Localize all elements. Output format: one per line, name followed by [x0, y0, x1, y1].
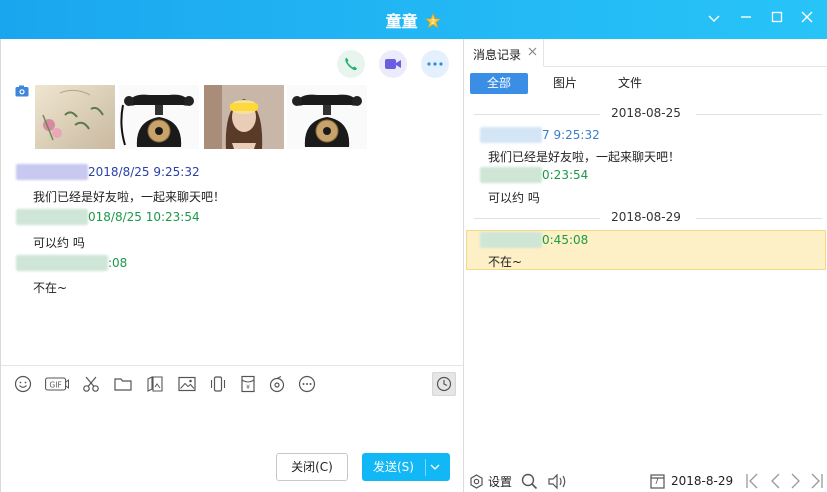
message-text: 不在~: [33, 281, 68, 295]
sender-name-redacted: [16, 209, 88, 225]
smile-icon[interactable]: [13, 374, 33, 394]
history-timestamp: 7 9:25:32: [542, 128, 600, 142]
maximize-icon[interactable]: [768, 10, 786, 28]
voice-call-button[interactable]: [337, 50, 365, 78]
image-search-icon[interactable]: [145, 374, 165, 394]
history-text: 可以约 吗: [488, 191, 540, 205]
camera-icon[interactable]: [15, 85, 29, 97]
message-timestamp: 2018/8/25 9:25:32: [88, 165, 200, 179]
photo-thumbnail[interactable]: [35, 85, 115, 149]
close-icon[interactable]: [798, 10, 816, 28]
close-button[interactable]: 关闭(C): [276, 453, 348, 481]
music-icon[interactable]: [267, 374, 287, 394]
chat-panel: 2018/8/25 9:25:32 我们已经是好友啦，一起来聊天吧！ 018/8…: [0, 39, 464, 492]
picture-icon[interactable]: [177, 374, 197, 394]
search-icon[interactable]: [521, 473, 538, 490]
title-bar: 童童 2: [0, 0, 827, 39]
video-camera-icon: [385, 59, 401, 69]
gear-icon: [470, 474, 483, 489]
current-date: 2018-8-29: [671, 474, 734, 488]
separator-line: [696, 114, 822, 115]
message-timestamp: :08: [108, 256, 128, 270]
input-divider: [1, 365, 464, 366]
message-text: 我们已经是好友啦，一起来聊天吧！: [33, 190, 226, 204]
scissors-icon[interactable]: [81, 374, 101, 394]
send-button[interactable]: 发送(S): [362, 453, 450, 481]
sender-name-redacted: [16, 164, 88, 180]
tab-label: 消息记录: [473, 48, 522, 62]
history-panel: 消息记录 全部 图片 文件 2018-08-25 7 9:25:32 我们已经是…: [463, 39, 827, 492]
sender-name-redacted: [16, 255, 108, 271]
more-icon[interactable]: [297, 374, 317, 394]
last-page-icon[interactable]: [810, 473, 824, 489]
video-call-button[interactable]: [379, 50, 407, 78]
tab-close-icon[interactable]: [528, 45, 537, 60]
date-separator: 2018-08-29: [464, 210, 827, 226]
chevron-down-icon[interactable]: [430, 464, 440, 471]
sender-name-redacted: [480, 127, 542, 143]
filter-images[interactable]: 图片: [544, 73, 586, 94]
history-timestamp: 0:45:08: [542, 233, 589, 247]
date-label: 2018-08-29: [611, 210, 681, 224]
title-wrap: 童童 2: [0, 8, 827, 32]
first-page-icon[interactable]: [745, 473, 759, 489]
red-packet-icon[interactable]: ¥: [238, 374, 258, 394]
photo-thumbnail[interactable]: [119, 85, 199, 149]
more-options-button[interactable]: [421, 50, 449, 78]
svg-text:GIF: GIF: [49, 381, 61, 390]
settings-button[interactable]: 设置: [469, 473, 512, 490]
tab-message-history[interactable]: 消息记录: [464, 39, 544, 67]
photo-thumbnail[interactable]: [204, 85, 284, 149]
star-badge-icon: 2: [425, 13, 442, 29]
date-separator: 2018-08-25: [464, 106, 827, 122]
next-page-icon[interactable]: [790, 473, 802, 489]
history-timestamp: 0:23:54: [542, 168, 589, 182]
filter-files[interactable]: 文件: [608, 73, 652, 94]
send-split-divider: [425, 459, 426, 476]
calendar-button[interactable]: 7 2018-8-29: [650, 473, 733, 489]
history-text: 我们已经是好友啦，一起来聊天吧！: [488, 150, 681, 164]
shake-icon[interactable]: [208, 374, 228, 394]
send-button-label: 发送(S): [373, 460, 414, 474]
speaker-icon[interactable]: [547, 473, 569, 490]
photo-thumbnail[interactable]: [287, 85, 367, 149]
date-label: 2018-08-25: [611, 106, 681, 120]
svg-text:¥: ¥: [246, 384, 250, 391]
prev-page-icon[interactable]: [769, 473, 781, 489]
phone-icon: [345, 58, 357, 71]
filter-all[interactable]: 全部: [470, 73, 528, 94]
sender-name-redacted: [480, 232, 542, 248]
tab-bar-line: [544, 66, 827, 67]
minimize-icon[interactable]: [737, 10, 755, 28]
sender-name-redacted: [480, 167, 542, 183]
svg-text:2: 2: [432, 19, 436, 26]
calendar-day: 7: [654, 477, 660, 486]
folder-icon[interactable]: [113, 374, 133, 394]
dropdown-icon[interactable]: [705, 10, 723, 28]
message-text: 可以约 吗: [33, 236, 85, 250]
history-text: 不在~: [488, 255, 523, 269]
window-title: 童童: [385, 12, 418, 31]
separator-line: [696, 218, 822, 219]
history-clock-icon[interactable]: [432, 372, 456, 396]
settings-label: 设置: [488, 475, 513, 489]
more-dots-icon: [427, 62, 443, 66]
message-timestamp: 018/8/25 10:23:54: [88, 210, 200, 224]
gif-icon[interactable]: GIF: [45, 374, 69, 394]
